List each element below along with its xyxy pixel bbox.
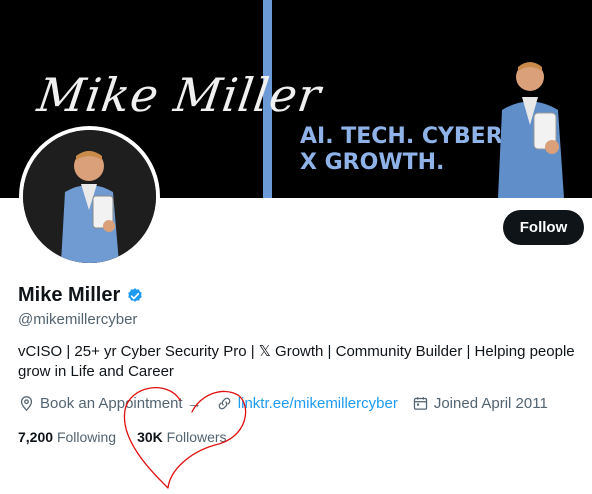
bio-line: grow in Life and Career bbox=[18, 363, 174, 380]
profile-handle: @mikemillercyber bbox=[18, 311, 138, 328]
banner-tagline-line1: AI. TECH. CYBER. bbox=[300, 124, 512, 149]
following-label: Following bbox=[56, 429, 117, 445]
avatar-photo bbox=[23, 130, 156, 263]
verified-badge-icon[interactable] bbox=[126, 287, 144, 305]
appointment-text: Book an Appointment → bbox=[40, 395, 202, 412]
joined-item: Joined April 2011 bbox=[412, 395, 548, 412]
display-name-row: Mike Miller bbox=[18, 284, 144, 307]
appointment-item[interactable]: Book an Appointment → bbox=[18, 395, 202, 412]
display-name: Mike Miller bbox=[18, 284, 121, 306]
avatar-person-figure bbox=[23, 130, 156, 263]
followers-stat[interactable]: 30K Followers bbox=[137, 429, 226, 445]
profile-avatar[interactable] bbox=[19, 126, 160, 267]
profile-meta-row: Book an Appointment → linktr.ee/mikemill… bbox=[18, 395, 562, 412]
profile-stats: 7,200 Following 30K Followers bbox=[18, 429, 248, 445]
link-icon bbox=[218, 397, 231, 410]
calendar-icon bbox=[413, 397, 427, 410]
location-pin-icon bbox=[20, 396, 33, 412]
banner-tagline-line2: X GROWTH. bbox=[300, 150, 445, 175]
banner-name-script: Mike Miller bbox=[34, 68, 325, 122]
banner-person-photo bbox=[498, 62, 564, 198]
joined-text: Joined April 2011 bbox=[433, 395, 548, 412]
profile-bio: vCISO | 25+ yr Cyber Security Pro | 𝕏 Gr… bbox=[18, 342, 583, 382]
followers-count: 30K bbox=[137, 429, 163, 445]
website-item[interactable]: linktr.ee/mikemillercyber bbox=[216, 395, 398, 412]
banner-tagline: AI. TECH. CYBER. X GROWTH. bbox=[300, 124, 511, 176]
followers-label: Followers bbox=[166, 429, 227, 445]
following-count: 7,200 bbox=[18, 429, 54, 445]
website-link[interactable]: linktr.ee/mikemillercyber bbox=[238, 395, 398, 412]
following-stat[interactable]: 7,200 Following bbox=[18, 429, 116, 445]
follow-button[interactable]: Follow bbox=[503, 210, 584, 245]
bio-line: vCISO | 25+ yr Cyber Security Pro | 𝕏 Gr… bbox=[18, 343, 575, 360]
